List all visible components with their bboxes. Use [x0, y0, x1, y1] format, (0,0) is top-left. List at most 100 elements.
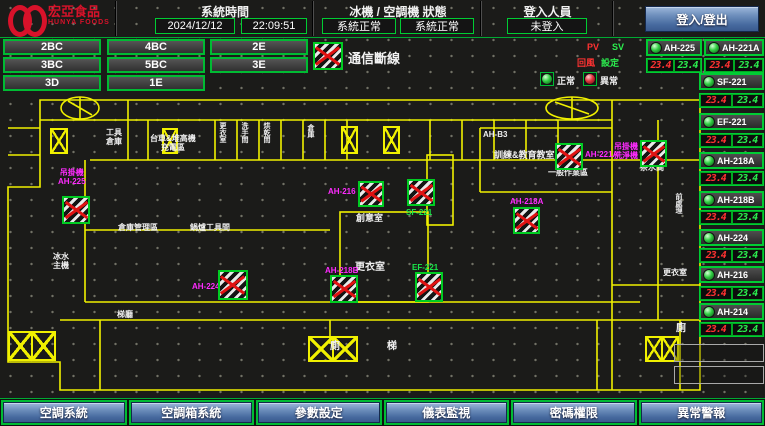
nav-parameter-settings-button[interactable]: 參數設定 — [258, 402, 380, 423]
unit-temps-sf221: 23.423.4 — [699, 93, 764, 108]
device-icon-ah224[interactable] — [218, 270, 248, 300]
room-label-preproc: 前處理 — [674, 193, 682, 214]
unit-button-sf221[interactable]: SF-221 — [699, 73, 764, 90]
device-label-ah216: AH-216 — [328, 187, 356, 196]
header-bar: 宏亞食品 HUNYA FOODS 系統時間 2024/12/12 22:09:5… — [0, 0, 765, 38]
device-icon-ah218b[interactable] — [330, 275, 358, 303]
status-led — [703, 269, 715, 281]
brand-logo-icon — [6, 3, 46, 35]
nav-abnormal-alarm-button[interactable]: 異常警報 — [641, 402, 763, 423]
status-led — [703, 194, 715, 206]
nav-ahu-system-button[interactable]: 空調箱系統 — [131, 402, 253, 423]
room-label-ahb3: AH-B3 — [483, 130, 507, 139]
device-label-ef221: EF-221 — [412, 263, 438, 272]
unit-button-ah218b[interactable]: AH-218B — [699, 191, 764, 208]
system-date-value: 2024/12/12 — [155, 18, 235, 34]
device-icon-ah225[interactable] — [62, 196, 90, 224]
device-label-ah218b: AH-218B — [325, 266, 358, 275]
device-label-ah225: 吊掛機AH-225 — [58, 168, 86, 186]
floor-button-3e[interactable]: 3E — [210, 57, 308, 73]
nav-password-permission-button[interactable]: 密碼權限 — [513, 402, 635, 423]
room-label-vert1: 更衣室 — [218, 122, 226, 143]
device-icon-ah221a[interactable] — [555, 143, 583, 170]
elevator-icon — [50, 128, 68, 154]
device-icon-hoist[interactable] — [640, 140, 667, 167]
unit-button-ah224[interactable]: AH-224 — [699, 229, 764, 246]
device-icon-ah218a[interactable] — [513, 207, 540, 234]
hmi-screen: 工具倉庫 台車&堆高機充電區 更衣室 洗手間 烘乾間 倉庫 AH-B3 訓練&教… — [0, 0, 765, 426]
room-label-lobby: 梯廳 — [117, 310, 133, 319]
device-icon-ef221[interactable] — [415, 272, 443, 302]
abnormal-label: 異常 — [600, 74, 618, 87]
room-label-wc1: 廁 — [330, 342, 340, 351]
unit-button-ef221[interactable]: EF-221 — [699, 113, 764, 130]
floor-button-4bc[interactable]: 4BC — [107, 39, 205, 55]
device-icon-ah216[interactable] — [358, 181, 384, 207]
status-led — [703, 232, 715, 244]
floor-button-2bc[interactable]: 2BC — [3, 39, 101, 55]
room-label-tool: 工具倉庫 — [106, 128, 122, 146]
status-led — [703, 116, 715, 128]
unit-temps-ah225: 23.423.4 — [646, 58, 702, 73]
unit-temps-ah216: 23.423.4 — [699, 286, 764, 301]
room-label-locker-r: 更衣室 — [663, 268, 687, 277]
device-label-hoist: 吊掛機洗淨機 — [614, 142, 638, 160]
empty-slot — [674, 366, 764, 384]
status-led — [703, 155, 715, 167]
unit-button-ah221a[interactable]: AH-221A — [704, 39, 764, 56]
chiller-status-value: 系統正常 — [322, 18, 396, 34]
device-label-ah224: AH-224 — [192, 282, 220, 291]
floor-button-3bc[interactable]: 3BC — [3, 57, 101, 73]
status-led — [650, 42, 662, 54]
room-label-idea: 創意室 — [356, 214, 383, 223]
stair-icon — [341, 126, 358, 154]
device-label-ah218a: AH-218A — [510, 197, 543, 206]
empty-slot — [674, 344, 764, 362]
sv-label: SV — [612, 42, 624, 52]
room-label-vert4: 倉庫 — [306, 124, 314, 138]
room-label-vert2: 洗手間 — [240, 122, 248, 143]
status-led — [703, 76, 715, 88]
unit-temps-ah218a: 23.423.4 — [699, 171, 764, 186]
room-label-chiller: 冰水主機 — [53, 252, 69, 270]
room-label-training: 訓練&教育教室 — [494, 151, 555, 160]
unit-temps-ef221: 23.423.4 — [699, 133, 764, 148]
status-led — [708, 42, 720, 54]
unit-button-ah225[interactable]: AH-225 — [646, 39, 702, 56]
unit-button-ah218a[interactable]: AH-218A — [699, 152, 764, 169]
status-led — [703, 306, 715, 318]
comm-loss-icon — [313, 42, 343, 70]
unit-temps-ah218b: 23.423.4 — [699, 210, 764, 225]
pv-label: PV — [587, 42, 599, 52]
abnormal-led-icon — [583, 72, 597, 86]
unit-temps-ah221a: 23.423.4 — [704, 58, 764, 73]
nav-ac-system-button[interactable]: 空調系統 — [3, 402, 125, 423]
unit-temps-ah224: 23.423.4 — [699, 248, 764, 263]
ac-status-value: 系統正常 — [400, 18, 474, 34]
brand-name: 宏亞食品 HUNYA FOODS — [48, 6, 110, 28]
room-label-vert3: 烘乾間 — [262, 122, 270, 143]
return-air-label: 回風 — [577, 56, 595, 69]
room-label-locker-c: 更衣室 — [355, 263, 385, 272]
normal-led-icon — [540, 72, 554, 86]
unit-temps-ah214: 23.423.4 — [699, 322, 764, 337]
floor-button-3d[interactable]: 3D — [3, 75, 101, 91]
room-label-stair-c: 梯 — [387, 342, 397, 351]
bottom-nav: 空調系統 空調箱系統 參數設定 儀表監視 密碼權限 異常警報 — [0, 398, 765, 426]
room-label-charge: 台車&堆高機充電區 — [150, 134, 196, 152]
normal-label: 正常 — [557, 74, 575, 87]
floor-button-5bc[interactable]: 5BC — [107, 57, 205, 73]
login-logout-button[interactable]: 登入/登出 — [645, 6, 759, 32]
system-time-value: 22:09:51 — [241, 18, 307, 34]
device-label-sf221: SF-221 — [406, 208, 432, 217]
floor-button-2e[interactable]: 2E — [210, 39, 308, 55]
device-icon-sf221[interactable] — [407, 179, 435, 206]
nav-meter-monitor-button[interactable]: 儀表監視 — [386, 402, 508, 423]
room-label-warehouse: 倉庫管理區 — [118, 223, 158, 232]
unit-button-ah214[interactable]: AH-214 — [699, 303, 764, 320]
floor-button-1e[interactable]: 1E — [107, 75, 205, 91]
unit-button-ah216[interactable]: AH-216 — [699, 266, 764, 283]
setting-label: 設定 — [601, 56, 619, 69]
comm-loss-label: 通信斷線 — [348, 48, 400, 67]
login-user-value: 未登入 — [507, 18, 587, 34]
